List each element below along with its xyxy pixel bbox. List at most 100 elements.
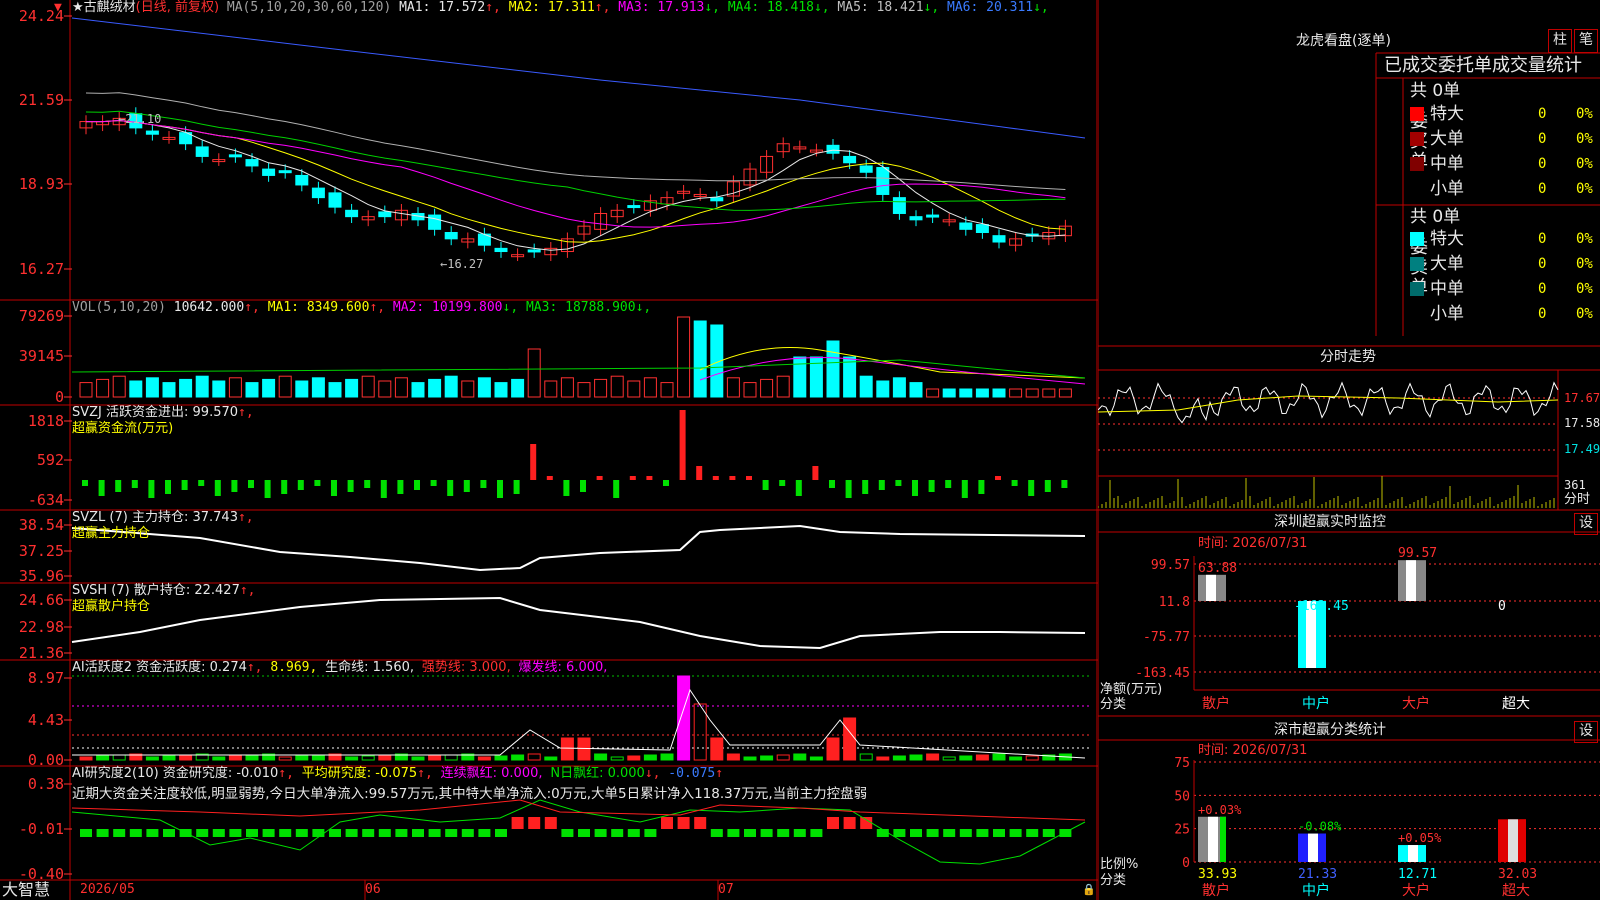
y-tick-label: 8.97 xyxy=(28,669,64,687)
fund-flow-bar xyxy=(248,480,254,488)
menu-arrow-icon[interactable]: ▼ xyxy=(54,0,62,16)
fund-flow-bar xyxy=(347,480,354,492)
volume-bar xyxy=(527,348,541,398)
monitor-y-tick: 11.8 xyxy=(1159,595,1190,610)
monitor-settings-button[interactable]: 设 xyxy=(1574,513,1598,535)
volume-bar xyxy=(262,378,276,398)
fund-flow-bar xyxy=(181,480,188,490)
activity-bar xyxy=(809,756,823,761)
order-count: 0 xyxy=(1538,306,1547,322)
fund-flow-bar xyxy=(297,480,304,490)
volume-bar xyxy=(212,380,226,398)
y-tick-label: 18.93 xyxy=(19,175,64,193)
kline-chart-area[interactable]: 24.24 21.59 18.93 16.27 79269 39145 0 1818 592 -6… xyxy=(0,0,1098,900)
activity-bar xyxy=(212,756,226,761)
research-bar xyxy=(744,829,756,837)
research-bar xyxy=(428,829,441,837)
fund-flow-bar xyxy=(1044,480,1051,492)
ma5-line xyxy=(85,92,1066,190)
indicator-arrow-1: ↓, xyxy=(502,300,526,315)
candle-body xyxy=(295,174,309,186)
order-percent: 0% xyxy=(1576,256,1593,272)
fund-flow-bar xyxy=(131,480,138,488)
y-tick-label: 21.59 xyxy=(19,91,64,109)
price-panel-header: ★古麒绒材(日线, 前复权) MA(5,10,20,30,60,120) MA1… xyxy=(72,0,1049,16)
indicator-value-0: MA1: 17.572 xyxy=(399,0,486,15)
order-color-swatch xyxy=(1410,157,1424,171)
fund-flow-bar xyxy=(862,480,869,494)
volume-bar xyxy=(677,316,691,398)
activity-bar xyxy=(79,756,93,761)
activity-bar xyxy=(660,753,674,761)
fund-flow-bar xyxy=(978,480,985,494)
activity-bar xyxy=(776,754,790,761)
research-bar xyxy=(976,829,989,837)
intraday-price-mid: 17.58 xyxy=(1564,416,1600,430)
fund-flow-bar xyxy=(679,410,686,480)
classify-bar-edge xyxy=(1420,845,1426,862)
fund-flow-bar xyxy=(995,476,1001,480)
activity-bar xyxy=(643,754,657,761)
fund-flow-bar xyxy=(646,476,653,480)
candle-body xyxy=(627,205,641,209)
research-bar xyxy=(395,829,408,837)
volume-bar xyxy=(145,377,159,398)
activity-bar xyxy=(1009,756,1023,761)
candle-body xyxy=(245,159,259,167)
intraday-price-high: 17.67 xyxy=(1564,391,1600,405)
chart-mode[interactable]: (日线, 前复权) xyxy=(136,0,219,15)
candle-body xyxy=(843,155,857,164)
research-bar xyxy=(362,829,375,837)
volume-bar xyxy=(378,380,392,398)
svzj-arrow: ↑, xyxy=(238,405,254,420)
lock-icon[interactable]: 🔒 xyxy=(1082,882,1096,898)
volume-bar xyxy=(1042,388,1056,398)
fund-flow-bar xyxy=(928,480,935,492)
classify-settings-button[interactable]: 设 xyxy=(1574,721,1598,743)
fund-flow-bar xyxy=(480,480,487,488)
research-bar xyxy=(993,829,1005,837)
ai2-v2: 平均研究度: -0.075 xyxy=(301,766,418,781)
tick-view-button[interactable]: 笔 xyxy=(1574,29,1598,53)
volume-bar xyxy=(411,382,425,398)
research-bar xyxy=(910,829,922,837)
indicator-arrow-3: ↓, xyxy=(813,0,838,15)
activity-bar xyxy=(361,755,375,761)
bar-view-button[interactable]: 柱 xyxy=(1548,29,1572,53)
research-bar xyxy=(445,829,458,837)
candle-body xyxy=(892,197,906,214)
activity-bar xyxy=(959,755,973,761)
fund-flow-bar xyxy=(779,480,786,486)
order-size-label: 中单 xyxy=(1430,154,1464,174)
fund-flow-bar xyxy=(895,480,902,486)
classify-cat-label: 分类 xyxy=(1100,873,1127,888)
intraday-title[interactable]: 分时走势 xyxy=(1320,349,1376,365)
activity-bar xyxy=(145,756,159,761)
volume-bar xyxy=(610,375,624,398)
fund-flow-bar xyxy=(696,466,703,480)
fund-flow-bar xyxy=(912,480,918,496)
indicator-value-5: MA6: 20.311 xyxy=(947,0,1034,15)
classify-unit: 比例% xyxy=(1100,857,1139,872)
dragon-title: 龙虎看盘(逐单) xyxy=(1296,33,1391,49)
activity-bar xyxy=(992,753,1006,761)
classify-change-label: +0.05% xyxy=(1398,831,1442,845)
svzj-sub: 超赢资金流(万元) xyxy=(72,421,174,436)
candle-body xyxy=(494,247,508,253)
research-bar xyxy=(627,829,640,837)
vol-label: VOL(5,10,20) xyxy=(72,300,166,315)
indicator-arrow-2: ↓, xyxy=(635,300,652,315)
activity-bar xyxy=(544,756,558,761)
order-percent: 0% xyxy=(1576,156,1593,172)
fund-flow-bar xyxy=(546,476,553,480)
volume-bar xyxy=(1025,388,1039,398)
order-count: 0 xyxy=(1538,256,1547,272)
classify-value-label: 21.33 xyxy=(1298,867,1337,882)
vol-ma-values: MA1: 8349.600↑, MA2: 10199.800↓, MA3: 18… xyxy=(268,300,652,315)
volume-bar xyxy=(776,375,790,398)
research-bar xyxy=(212,829,225,837)
fund-flow-bar xyxy=(1061,480,1068,488)
y-tick-label: 4.43 xyxy=(28,711,64,729)
chart-canvas[interactable]: 24.2421.5918.9316.27792693914501818592-6… xyxy=(0,0,1098,900)
indicator-arrow-4: ↓, xyxy=(923,0,947,15)
